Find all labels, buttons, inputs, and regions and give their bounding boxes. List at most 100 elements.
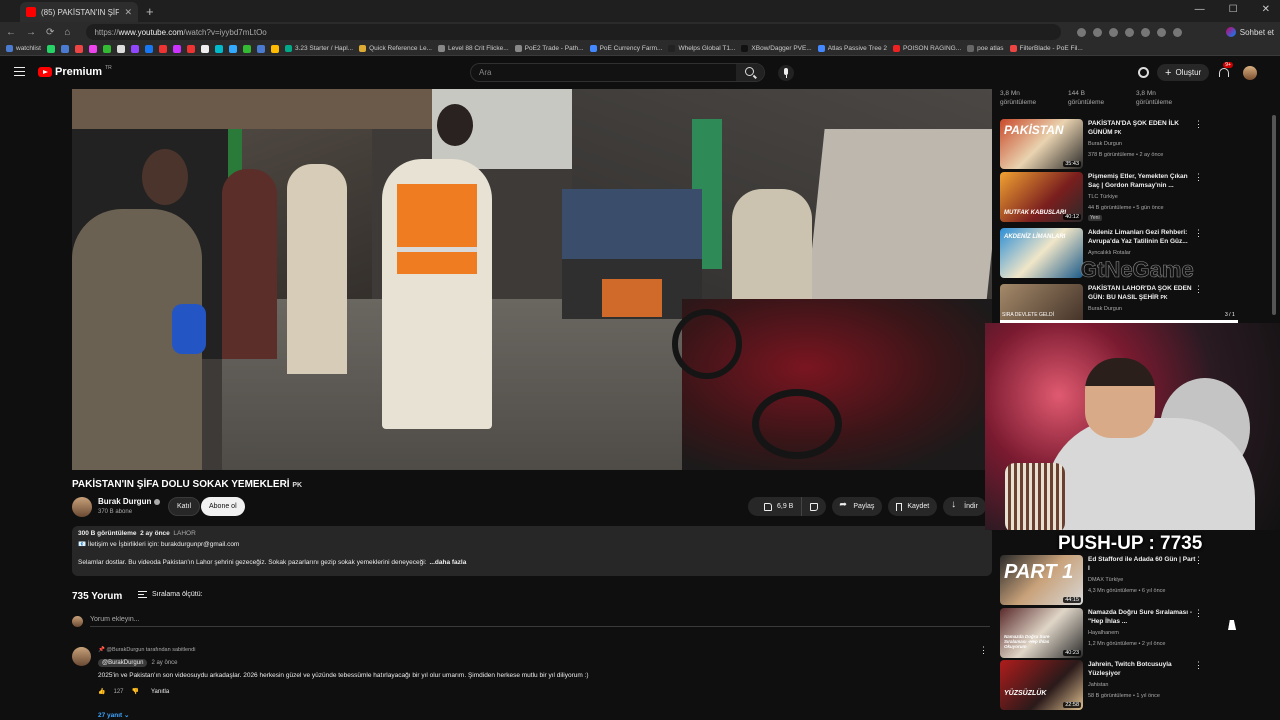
- more-options-icon[interactable]: ⋮: [1194, 284, 1203, 295]
- hamburger-menu-icon[interactable]: [14, 67, 25, 76]
- video-title[interactable]: Pişmemiş Etler, Yemekten Çıkan Saç | Gor…: [1088, 172, 1198, 190]
- video-title[interactable]: PAKİSTAN'DA ŞOK EDEN İLK GÜNÜM PK: [1088, 119, 1198, 138]
- video-thumbnail[interactable]: MUTFAK KABUSLARI 40:12: [1000, 172, 1083, 222]
- comment-more-icon[interactable]: ⋮: [979, 645, 988, 656]
- bluesky-icon[interactable]: [228, 44, 237, 53]
- extension-icon[interactable]: [1077, 27, 1087, 37]
- channel-name[interactable]: Hayalhanem: [1088, 630, 1119, 636]
- reply-button[interactable]: Yanıtla: [151, 689, 169, 695]
- microphone-icon[interactable]: [778, 65, 794, 81]
- more-options-icon[interactable]: ⋮: [1194, 119, 1203, 130]
- more-options-icon[interactable]: ⋮: [1194, 228, 1203, 239]
- video-title[interactable]: PAKİSTAN LAHOR'DA ŞOK EDEN GÜN: BU NASIL…: [1088, 284, 1198, 303]
- facebook-icon[interactable]: [144, 44, 153, 53]
- bookmark-icon[interactable]: [200, 44, 209, 53]
- video-thumbnail[interactable]: AKDENİZ LİMANLARI: [1000, 228, 1083, 278]
- account-avatar[interactable]: [1243, 65, 1258, 80]
- bookmark-icon[interactable]: [214, 44, 223, 53]
- notifications-bell-icon[interactable]: 9+: [1217, 61, 1233, 79]
- comment-author-handle[interactable]: @BurakDurgun: [98, 659, 148, 667]
- bookmark-item[interactable]: Level 88 Crit Flicke...: [437, 45, 509, 52]
- bookmark-icon[interactable]: [242, 44, 251, 53]
- bookmark-item[interactable]: Quick Reference Le...: [359, 45, 432, 52]
- bookmark-icon[interactable]: [256, 44, 265, 53]
- create-button[interactable]: + Oluştur: [1157, 64, 1210, 81]
- maximize-icon[interactable]: ☐: [1229, 4, 1238, 15]
- bookmark-item[interactable]: POISON RAGING...: [893, 45, 961, 52]
- like-button[interactable]: 6,9 B: [756, 497, 803, 516]
- bookmark-item[interactable]: Atlas Passive Tree 2: [817, 45, 887, 52]
- channel-name[interactable]: Burak Durgun: [1088, 306, 1122, 312]
- more-options-icon[interactable]: ⋮: [1194, 660, 1203, 671]
- youtube-logo[interactable]: Premium TR: [38, 65, 112, 78]
- bookmark-icon[interactable]: [74, 44, 83, 53]
- video-title[interactable]: Jahrein, Twitch Botcusuyla Yüzleşiyor: [1088, 660, 1198, 678]
- comment-like-icon[interactable]: 👍: [98, 688, 105, 695]
- bookmark-icon[interactable]: [60, 44, 69, 53]
- more-options-icon[interactable]: ⋮: [1194, 555, 1203, 566]
- share-button[interactable]: Paylaş: [832, 497, 883, 516]
- close-tab-icon[interactable]: ✕: [124, 7, 132, 18]
- join-button[interactable]: Katıl: [168, 497, 201, 516]
- channel-name[interactable]: Burak Durgun: [1088, 141, 1122, 147]
- add-comment-input[interactable]: [90, 616, 990, 627]
- comment-date[interactable]: 2 ay önce: [151, 660, 177, 666]
- video-title[interactable]: Akdeniz Limanları Gezi Rehberi: Avrupa'd…: [1088, 228, 1198, 246]
- search-input[interactable]: [471, 64, 737, 81]
- subscribe-button[interactable]: Abone ol: [201, 497, 245, 516]
- recommended-video[interactable]: YÜZSÜZLÜK 22:58 Jahrein, Twitch Botcusuy…: [1000, 660, 1240, 712]
- video-thumbnail[interactable]: PART 1 44:15: [1000, 555, 1083, 605]
- video-player[interactable]: [72, 89, 992, 470]
- video-thumbnail[interactable]: YÜZSÜZLÜK 22:58: [1000, 660, 1083, 710]
- save-button[interactable]: Kaydet: [888, 497, 938, 516]
- download-button[interactable]: İndir: [943, 497, 986, 516]
- minimize-icon[interactable]: —: [1195, 4, 1205, 15]
- recommended-video[interactable]: MUTFAK KABUSLARI 40:12 Pişmemiş Etler, Y…: [1000, 172, 1240, 224]
- bookmark-item[interactable]: poe atlas: [967, 45, 1004, 52]
- comment-author-avatar[interactable]: [72, 647, 91, 666]
- bookmark-item[interactable]: watchlist: [6, 45, 41, 52]
- bookmark-item[interactable]: PoE Currency Farm...: [589, 45, 662, 52]
- chat-button[interactable]: Sohbet et: [1225, 27, 1274, 37]
- more-options-icon[interactable]: ⋮: [1194, 608, 1203, 619]
- description-box[interactable]: 300 B görüntüleme 2 ay önce LAHOR 📧 İlet…: [72, 526, 992, 576]
- back-icon[interactable]: ←: [6, 27, 16, 38]
- bookmark-icon[interactable]: [270, 44, 279, 53]
- location-tag[interactable]: LAHOR: [173, 530, 195, 537]
- recommended-video[interactable]: Namazda Doğru Sure Sıralaması -Hep İhlas…: [1000, 608, 1240, 660]
- cast-settings-icon[interactable]: [1138, 67, 1149, 78]
- search-icon[interactable]: [736, 64, 764, 81]
- recommended-video[interactable]: PART 1 44:15 Ed Stafford ile Adada 60 Gü…: [1000, 555, 1240, 607]
- video-thumbnail[interactable]: Namazda Doğru Sure Sıralaması -Hep İhlas…: [1000, 608, 1083, 658]
- channel-name[interactable]: DMAX Türkiye: [1088, 577, 1123, 583]
- browser-tab[interactable]: (85) PAKİSTAN'IN ŞİFA DOLU ✕: [20, 2, 138, 22]
- bookmark-icon[interactable]: [186, 44, 195, 53]
- close-window-icon[interactable]: ✕: [1262, 4, 1270, 15]
- show-more-link[interactable]: ...daha fazla: [429, 559, 466, 566]
- home-icon[interactable]: ⌂: [64, 27, 70, 38]
- new-tab-icon[interactable]: +: [146, 4, 154, 19]
- bookmark-item[interactable]: 3.23 Starter / Hapl...: [284, 45, 353, 52]
- bookmark-item[interactable]: PoE2 Trade - Path...: [514, 45, 584, 52]
- bookmark-icon[interactable]: [172, 44, 181, 53]
- bookmark-icon[interactable]: [102, 44, 111, 53]
- url-field[interactable]: https://www.youtube.com/watch?v=iyybd7mL…: [86, 24, 1062, 40]
- extension-icon[interactable]: [1141, 27, 1151, 37]
- channel-avatar[interactable]: [72, 497, 92, 517]
- extension-icon[interactable]: [1125, 27, 1135, 37]
- channel-name[interactable]: TLC Türkiye: [1088, 194, 1118, 200]
- twitch-icon[interactable]: [130, 44, 139, 53]
- video-title[interactable]: Ed Stafford ile Adada 60 Gün | Part I: [1088, 555, 1198, 573]
- forward-icon[interactable]: →: [26, 27, 36, 38]
- more-options-icon[interactable]: ⋮: [1194, 172, 1203, 183]
- x-icon[interactable]: [116, 44, 125, 53]
- reload-icon[interactable]: ⟳: [46, 27, 54, 38]
- page-scrollbar[interactable]: [1272, 115, 1276, 315]
- bookmark-icon[interactable]: [88, 44, 97, 53]
- comment-dislike-icon[interactable]: 👎: [132, 688, 139, 695]
- extension-icon[interactable]: [1093, 27, 1103, 37]
- extension-icon[interactable]: [1109, 27, 1119, 37]
- extension-icon[interactable]: [1157, 27, 1167, 37]
- extension-icon[interactable]: [1173, 27, 1183, 37]
- video-thumbnail[interactable]: PAKİSTAN 35:43: [1000, 119, 1083, 169]
